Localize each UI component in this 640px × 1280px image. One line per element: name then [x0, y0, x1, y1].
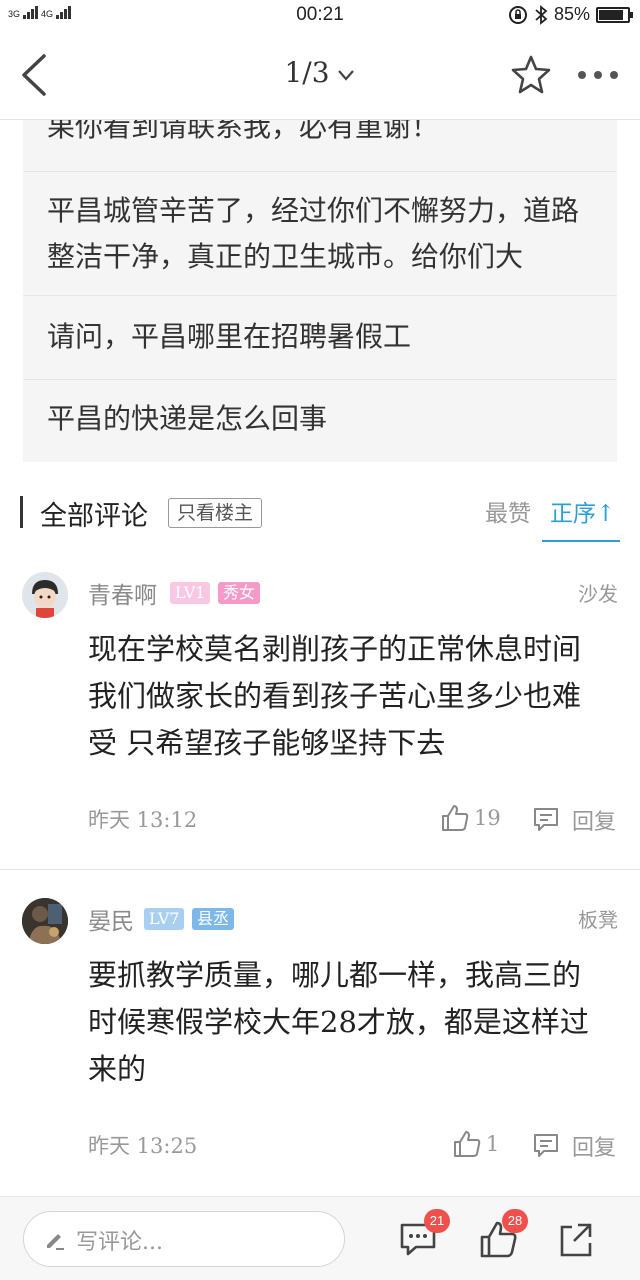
comment-username[interactable]: 晏民 — [88, 902, 134, 936]
user-avatar-photo-icon — [22, 898, 68, 944]
related-topic-item[interactable]: 平昌城管辛苦了，经过你们不懈努力，道路整洁干净，真正的卫生城市。给你们大 — [23, 172, 617, 296]
title-badge: 秀女 — [218, 582, 261, 604]
related-topic-item[interactable]: 果你看到请联系我，必有重谢！ — [23, 120, 617, 172]
comment-divider — [0, 869, 640, 870]
related-topic-text: 平昌城管辛苦了，经过你们不懈努力，道路整洁干净，真正的卫生城市。给你们大 — [47, 194, 580, 273]
reply-bubble-icon[interactable] — [532, 805, 560, 833]
related-topic-text: 平昌的快递是怎么回事 — [47, 402, 328, 435]
more-options-icon[interactable] — [576, 68, 620, 82]
like-count: 1 — [486, 1132, 500, 1156]
favorite-star-icon[interactable] — [510, 54, 552, 96]
comment-timestamp: 昨天 13:12 — [88, 808, 198, 832]
user-avatar-icon — [22, 572, 68, 618]
chevron-down-icon — [337, 69, 354, 81]
comment-text: 现在学校莫名剥削孩子的正常休息时间 我们做家长的看到孩子苦心里多少也难受 只希望… — [88, 632, 582, 760]
top-navigation-bar: 1/3 — [0, 30, 640, 120]
comment-item: 青春啊 LV1 秀女 沙发 现在学校莫名剥削孩子的正常休息时间 我们做家长的看到… — [0, 570, 640, 870]
only-host-button[interactable]: 只看楼主 — [168, 498, 263, 528]
related-topic-text: 果你看到请联系我，必有重谢！ — [47, 120, 440, 143]
level-badge: LV7 — [144, 908, 185, 930]
comment-count-badge: 21 — [424, 1209, 450, 1233]
related-topics-list: 果你看到请联系我，必有重谢！ 平昌城管辛苦了，经过你们不懈努力，道路整洁干净，真… — [23, 120, 617, 462]
bluetooth-icon — [535, 4, 548, 25]
all-comments-title: 全部评论 — [40, 501, 148, 532]
active-tab-underline — [542, 540, 620, 542]
reply-bubble-icon[interactable] — [532, 1131, 560, 1159]
title-badge: 县丞 — [192, 908, 235, 930]
floor-label: 板凳 — [578, 908, 618, 932]
avatar[interactable] — [22, 572, 68, 618]
related-topic-text: 请问，平昌哪里在招聘暑假工 — [47, 320, 412, 353]
thumbs-up-icon[interactable] — [440, 803, 470, 833]
comment-item: 晏民 LV7 县丞 板凳 要抓教学质量，哪儿都一样，我高三的时候寒假学校大年28… — [0, 896, 640, 1196]
bottom-action-bar: 写评论... 21 28 — [0, 1196, 640, 1280]
reply-button[interactable]: 回复 — [572, 1130, 616, 1162]
level-badge: LV1 — [170, 582, 211, 604]
battery-percent: 85% — [553, 4, 590, 24]
write-comment-input[interactable]: 写评论... — [23, 1211, 345, 1267]
thumbs-up-icon[interactable] — [452, 1129, 482, 1159]
battery-icon — [596, 6, 633, 23]
sort-by-likes-tab[interactable]: 最赞 — [485, 494, 531, 528]
section-marker — [20, 496, 23, 528]
status-bar: 3G 4G 00:21 85% — [0, 0, 640, 30]
comment-text: 要抓教学质量，哪儿都一样，我高三的时候寒假学校大年28才放，都是这样过来的 — [88, 958, 589, 1086]
like-count-badge: 28 — [502, 1209, 528, 1233]
comment-username[interactable]: 青春啊 — [88, 576, 157, 610]
write-comment-placeholder: 写评论... — [76, 1230, 163, 1255]
pencil-icon — [47, 1234, 64, 1250]
comments-header: 全部评论 只看楼主 最赞 正序↑ — [0, 490, 640, 544]
related-topic-item[interactable]: 平昌的快递是怎么回事 — [23, 380, 617, 462]
like-count: 19 — [474, 806, 501, 830]
reply-button[interactable]: 回复 — [572, 804, 616, 836]
page-indicator-text: 1/3 — [284, 56, 330, 89]
floor-label: 沙发 — [578, 582, 618, 606]
avatar[interactable] — [22, 898, 68, 944]
related-topic-item[interactable]: 请问，平昌哪里在招聘暑假工 — [23, 296, 617, 380]
rotation-lock-icon — [508, 5, 527, 24]
comment-timestamp: 昨天 13:25 — [88, 1134, 198, 1158]
sort-ascending-tab[interactable]: 正序↑ — [550, 494, 615, 528]
share-icon[interactable] — [556, 1219, 596, 1259]
